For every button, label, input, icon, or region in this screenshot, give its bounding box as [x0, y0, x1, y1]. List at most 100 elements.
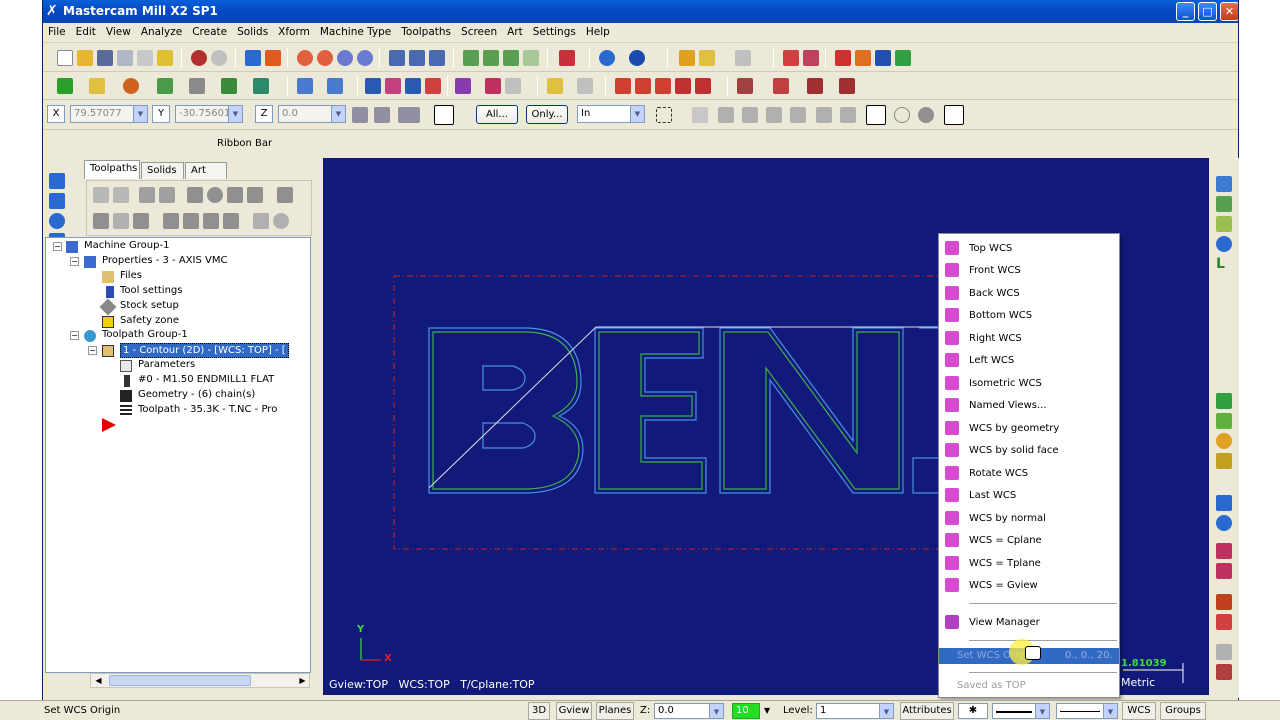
tab-toolpaths[interactable]: Toolpaths: [84, 160, 140, 179]
menu-item-wcs-by-geometry[interactable]: WCS by geometry: [939, 417, 1119, 439]
verify-op-icon[interactable]: [207, 187, 223, 203]
chevron-down-icon[interactable]: ▼: [1035, 704, 1049, 718]
cursor-select-icon[interactable]: [692, 107, 708, 123]
menu-settings[interactable]: Settings: [528, 23, 581, 38]
grid-snap-icon[interactable]: [1216, 594, 1232, 610]
view-cube-icon[interactable]: [559, 50, 575, 66]
menu-item-back-wcs[interactable]: Back WCS: [939, 282, 1119, 304]
operations-icon[interactable]: [807, 78, 823, 94]
menu-item-isometric-wcs[interactable]: Isometric WCS: [939, 372, 1119, 394]
menu-toolpaths[interactable]: Toolpaths: [396, 23, 456, 38]
menu-file[interactable]: File: [43, 23, 71, 38]
menu-help[interactable]: Help: [581, 23, 615, 38]
select-dirty-icon[interactable]: [113, 187, 129, 203]
window-select-icon[interactable]: [656, 107, 672, 123]
tree-properties[interactable]: Properties - 3 - AXIS VMC: [102, 255, 227, 266]
sketch-icon[interactable]: [374, 107, 390, 123]
level-l-icon[interactable]: L: [1216, 256, 1232, 272]
print-preview-icon[interactable]: [137, 50, 153, 66]
surface-icon[interactable]: [695, 78, 711, 94]
z-coord-input[interactable]: 0.0 ▼: [278, 105, 346, 123]
menu-item-named-views[interactable]: Named Views...: [939, 394, 1119, 416]
revolve-icon[interactable]: [49, 193, 65, 209]
backplot-icon[interactable]: [855, 50, 871, 66]
menu-machine-type[interactable]: Machine Type: [315, 23, 396, 38]
scroll-thumb[interactable]: [109, 675, 251, 686]
unzoom-icon[interactable]: [337, 50, 353, 66]
verify-select-icon[interactable]: [816, 107, 832, 123]
select-last-icon[interactable]: [840, 107, 856, 123]
collapse-icon[interactable]: −: [88, 346, 97, 355]
create-arc-icon[interactable]: [123, 78, 139, 94]
verify-icon[interactable]: [737, 78, 753, 94]
view-top-icon[interactable]: [1216, 176, 1232, 192]
drafting-icon[interactable]: [1216, 664, 1232, 680]
collapse-icon[interactable]: −: [70, 257, 79, 266]
zoom-out-icon[interactable]: [357, 50, 373, 66]
trim-icon[interactable]: [221, 78, 237, 94]
xform-scale-icon[interactable]: [405, 78, 421, 94]
select-edge-icon[interactable]: [766, 107, 782, 123]
tool-manager-icon[interactable]: [839, 78, 855, 94]
menu-item-rotate-wcs[interactable]: Rotate WCS: [939, 462, 1119, 484]
lock-icon[interactable]: [93, 213, 109, 229]
menu-item-wcs-by-solid-face[interactable]: WCS by solid face: [939, 439, 1119, 461]
tab-art[interactable]: Art: [185, 162, 227, 179]
groups-button[interactable]: Groups: [1160, 702, 1206, 720]
menu-item-bottom-wcs[interactable]: Bottom WCS: [939, 304, 1119, 326]
redo-icon[interactable]: [211, 50, 227, 66]
menu-art[interactable]: Art: [502, 23, 528, 38]
gview-button[interactable]: Gview: [556, 702, 592, 720]
y-coord-input[interactable]: -30.75601 ▼: [175, 105, 243, 123]
help-icon[interactable]: [783, 50, 799, 66]
chevron-down-icon[interactable]: ▼: [709, 704, 723, 718]
x-coord-label[interactable]: X: [47, 105, 65, 123]
new-file-icon[interactable]: [57, 50, 73, 66]
solid-box-icon[interactable]: [1216, 495, 1232, 511]
z-coord-label[interactable]: Z: [255, 105, 273, 123]
join-icon[interactable]: [485, 78, 501, 94]
xform-translate-icon[interactable]: [365, 78, 381, 94]
point-style-select[interactable]: ✱: [958, 703, 988, 719]
create-rectangle-icon[interactable]: [157, 78, 173, 94]
tree-toolpath-group[interactable]: Toolpath Group-1: [102, 329, 188, 340]
face-icon[interactable]: [675, 78, 691, 94]
tree-files[interactable]: Files: [120, 270, 142, 281]
scroll-icon[interactable]: [273, 213, 289, 229]
zoom-window-icon[interactable]: [297, 50, 313, 66]
insert-arrow-marker-icon[interactable]: [102, 418, 116, 432]
undo-icon[interactable]: [191, 50, 207, 66]
measure-icon[interactable]: [699, 50, 715, 66]
save-icon[interactable]: [97, 50, 113, 66]
tree-operation-contour[interactable]: 1 - Contour (2D) - [WCS: TOP] - [: [120, 343, 289, 358]
menu-analyze[interactable]: Analyze: [136, 23, 187, 38]
menu-create[interactable]: Create: [187, 23, 232, 38]
tree-tool-settings[interactable]: Tool settings: [120, 285, 182, 296]
collapse-icon[interactable]: −: [70, 331, 79, 340]
fillet-icon[interactable]: [189, 78, 205, 94]
cplane-icon[interactable]: [1216, 543, 1232, 559]
menu-item-wcs-cplane[interactable]: WCS = Cplane: [939, 529, 1119, 551]
menu-edit[interactable]: Edit: [71, 23, 101, 38]
insert-arrow-icon[interactable]: [203, 213, 219, 229]
regenerate-dirty-icon[interactable]: [159, 187, 175, 203]
clear-selection-icon[interactable]: [894, 107, 910, 123]
select-only-button[interactable]: Only...: [526, 105, 568, 124]
globe-view-icon[interactable]: [599, 50, 615, 66]
analyze-icon[interactable]: [679, 50, 695, 66]
tree-geometry[interactable]: Geometry - (6) chain(s): [138, 389, 255, 400]
grid-icon[interactable]: [803, 50, 819, 66]
dimension-icon[interactable]: [1216, 644, 1232, 660]
wcs-button[interactable]: WCS: [1122, 702, 1156, 720]
chevron-down-icon[interactable]: ▼: [630, 106, 644, 122]
menu-item-top-wcs[interactable]: Top WCS: [939, 237, 1119, 259]
create-line-icon[interactable]: [89, 78, 105, 94]
minimize-button[interactable]: _: [1176, 2, 1195, 21]
orbit-icon[interactable]: [1216, 515, 1232, 531]
select-window-icon[interactable]: [409, 50, 425, 66]
menu-item-wcs-by-normal[interactable]: WCS by normal: [939, 507, 1119, 529]
post-op-icon[interactable]: [227, 187, 243, 203]
break-icon[interactable]: [455, 78, 471, 94]
toggle-display-icon[interactable]: [113, 213, 129, 229]
create-point-icon[interactable]: [57, 78, 73, 94]
